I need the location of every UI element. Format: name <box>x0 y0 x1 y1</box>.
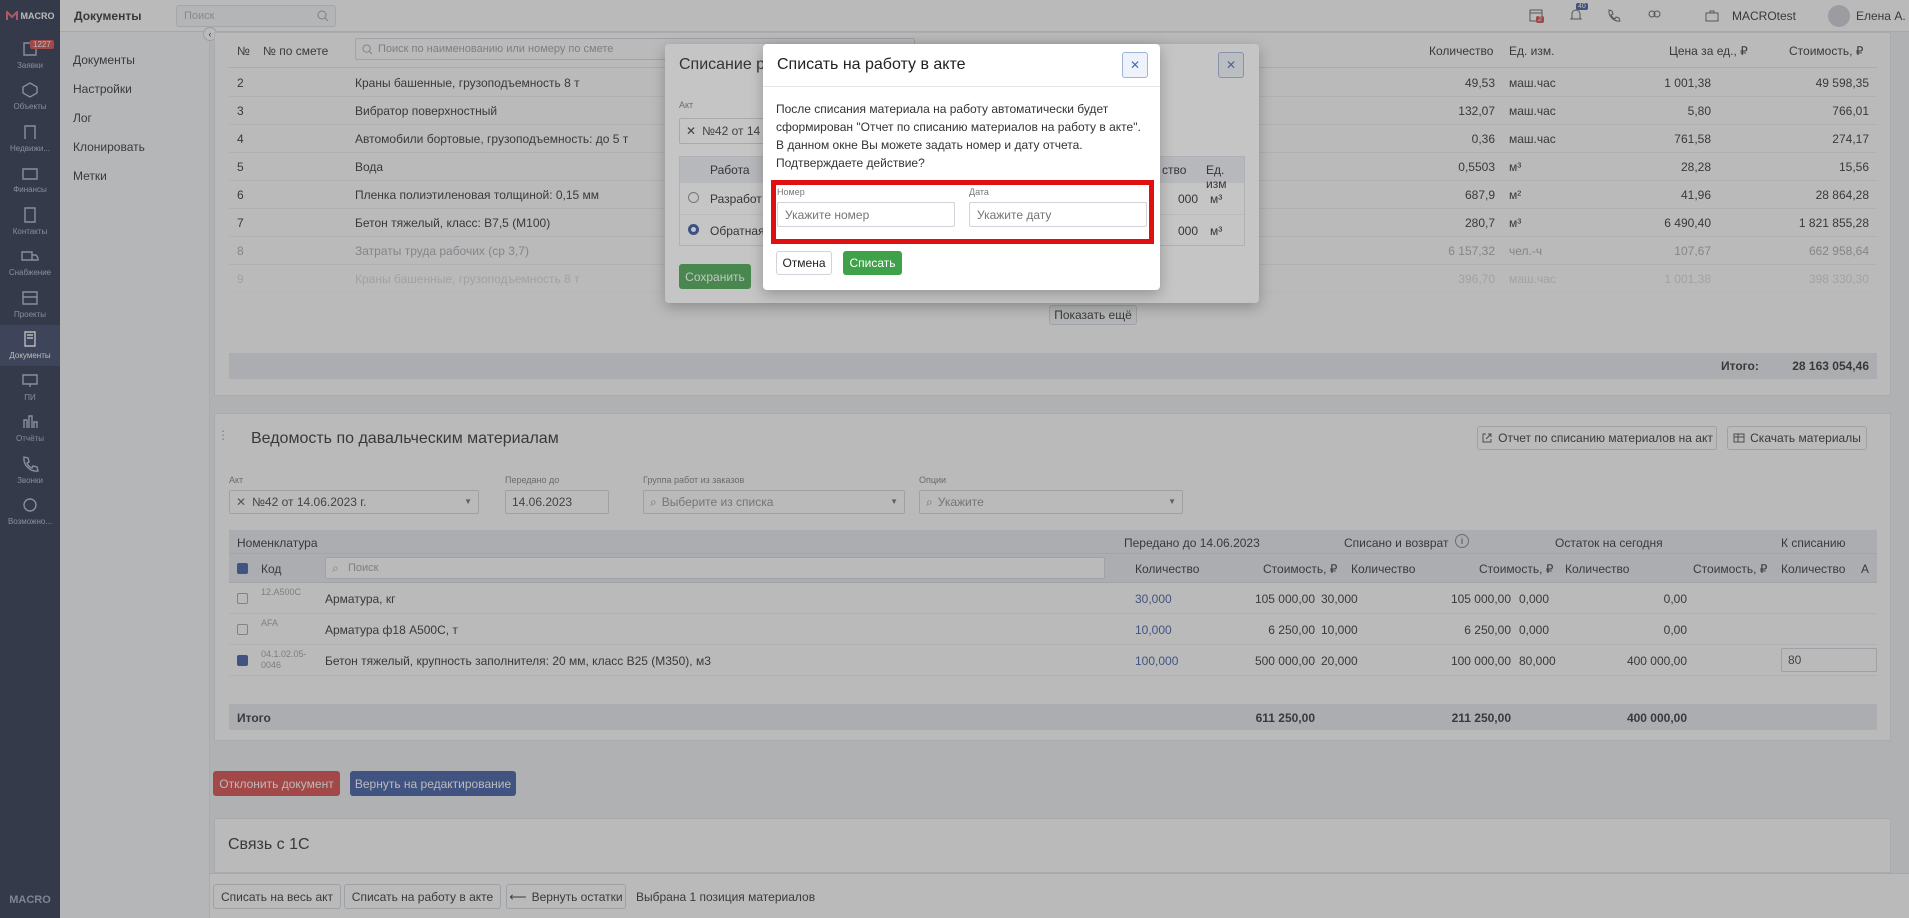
number-input[interactable] <box>777 202 955 227</box>
number-label: Номер <box>777 187 805 197</box>
cancel-button[interactable]: Отмена <box>776 251 832 275</box>
modal-divider <box>763 86 1160 87</box>
close-icon: ✕ <box>1129 58 1141 72</box>
date-input[interactable] <box>969 202 1147 227</box>
date-label: Дата <box>969 187 989 197</box>
modal-title: Списать на работу в акте <box>777 56 966 73</box>
writeoff-work-modal: Списать на работу в акте ✕ После списани… <box>763 44 1160 290</box>
modal-close-button[interactable]: ✕ <box>1122 52 1148 78</box>
modal-description: После списания материала на работу автом… <box>776 102 1141 170</box>
confirm-writeoff-button[interactable]: Списать <box>843 251 902 275</box>
